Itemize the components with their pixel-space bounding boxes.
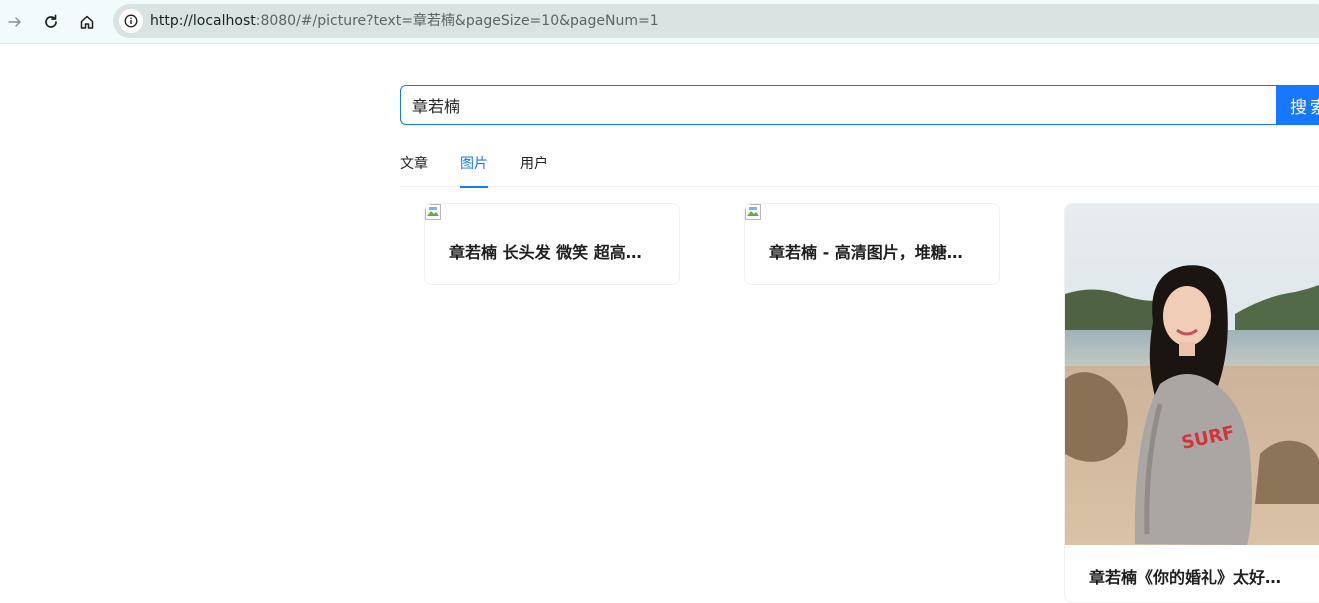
result-tabs: 文章 图片 用户 <box>400 150 1319 188</box>
reload-icon[interactable] <box>37 8 65 36</box>
picture-title: 章若楠《你的婚礼》太好哭了 <box>1089 568 1295 587</box>
picture-card[interactable]: SURF 章若楠《你的婚礼》太好哭了 <box>1064 203 1319 603</box>
broken-image-icon <box>425 204 441 220</box>
search-button[interactable]: 搜索 <box>1276 85 1319 125</box>
broken-image-icon <box>745 204 761 220</box>
address-bar[interactable]: http://localhost:8080/#/picture?text=章若楠… <box>113 4 1319 38</box>
forward-icon[interactable] <box>1 8 29 36</box>
tab-articles[interactable]: 文章 <box>400 150 428 187</box>
tab-pictures[interactable]: 图片 <box>460 150 488 188</box>
site-info-icon[interactable] <box>119 9 143 33</box>
search-input[interactable] <box>400 85 1277 125</box>
picture-card[interactable]: 章若楠 长头发 微笑 超高清壁纸 <box>424 203 680 285</box>
picture-card[interactable]: 章若楠 - 高清图片，堆糖，美图壁纸 <box>744 203 1000 285</box>
url-text[interactable]: http://localhost:8080/#/picture?text=章若楠… <box>150 12 659 30</box>
home-icon[interactable] <box>73 8 101 36</box>
url-host: http://localhost <box>150 13 256 29</box>
picture-photo: SURF <box>1065 204 1319 545</box>
picture-title: 章若楠 长头发 微笑 超高清壁纸 <box>449 243 655 262</box>
tab-users[interactable]: 用户 <box>520 150 548 187</box>
picture-title: 章若楠 - 高清图片，堆糖，美图壁纸 <box>769 243 975 262</box>
browser-toolbar: http://localhost:8080/#/picture?text=章若楠… <box>0 0 1319 44</box>
url-path: :8080/#/picture?text=章若楠&pageSize=10&pag… <box>255 13 659 29</box>
